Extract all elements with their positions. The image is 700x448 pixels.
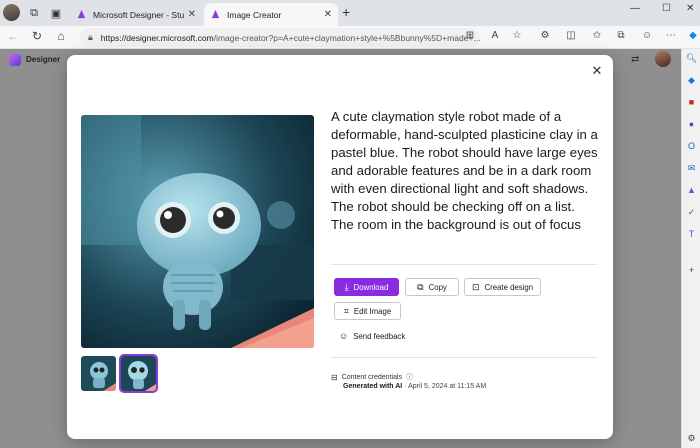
designer-favicon-icon bbox=[211, 9, 220, 19]
close-icon[interactable]: ✕ bbox=[589, 63, 605, 79]
profile-avatar[interactable] bbox=[3, 4, 20, 21]
url-host: https://designer.microsoft.com bbox=[100, 32, 214, 43]
edit-image-button[interactable]: ⌗ Edit Image bbox=[334, 302, 401, 320]
close-tab-icon[interactable]: ✕ bbox=[188, 9, 196, 20]
address-bar-row: ← ↻ ⌂ 🔒︎ https://designer.microsoft.com/… bbox=[0, 26, 700, 49]
more-options-icon[interactable]: ⋯ bbox=[664, 30, 678, 41]
generated-image bbox=[81, 115, 314, 348]
edit-image-icon: ⌗ bbox=[343, 305, 349, 316]
credentials-icon: ⊟ bbox=[331, 372, 338, 382]
collections-icon[interactable]: ⧉ bbox=[614, 30, 628, 41]
tab-title: Image Creator bbox=[227, 9, 282, 20]
image-detail-dialog: ✕ A cute claymation style robot made of … bbox=[67, 55, 613, 439]
generation-info: Generated with AI · April 5, 2024 at 11:… bbox=[343, 383, 486, 390]
thumbnail-image-2[interactable] bbox=[119, 354, 158, 393]
tag-icon[interactable]: ◆ bbox=[685, 74, 698, 87]
tab-bar: ⧉ ▣ Microsoft Designer - Stunning design… bbox=[0, 0, 700, 26]
profile-icon[interactable]: ☺ bbox=[640, 30, 654, 41]
user-avatar[interactable] bbox=[655, 51, 671, 67]
maximize-icon[interactable]: ☐ bbox=[662, 3, 671, 14]
content-credentials: ⊟ Content credentials ⓘ bbox=[331, 372, 414, 382]
copy-icon: ⧉ bbox=[417, 281, 424, 292]
close-tab-icon[interactable]: ✕ bbox=[324, 9, 332, 20]
image-prompt-text: A cute claymation style robot made of a … bbox=[331, 109, 598, 232]
generated-date: · April 5, 2024 at 11:15 AM bbox=[402, 383, 487, 390]
lock-icon: 🔒︎ bbox=[88, 32, 93, 42]
close-window-icon[interactable]: ✕ bbox=[686, 3, 694, 14]
shopping-icon[interactable]: ✓ bbox=[685, 206, 698, 219]
download-icon: ⤓ bbox=[344, 281, 349, 292]
divider bbox=[331, 264, 597, 265]
thumbnail-image-1[interactable] bbox=[81, 356, 116, 391]
settings-icon[interactable]: ⚙ bbox=[685, 432, 698, 445]
share-icon[interactable]: ⇄ bbox=[631, 54, 639, 65]
designer-icon[interactable]: ▲ bbox=[685, 184, 698, 197]
split-screen-icon[interactable]: ◫ bbox=[564, 30, 578, 41]
teams-icon[interactable]: T bbox=[685, 228, 698, 241]
toolbox-icon[interactable]: ■ bbox=[685, 96, 698, 109]
refresh-icon[interactable]: ↻ bbox=[29, 29, 45, 43]
designer-favicon-icon bbox=[77, 9, 86, 19]
home-icon[interactable]: ⌂ bbox=[53, 29, 69, 43]
tab-image-creator[interactable]: Image Creator ✕ bbox=[204, 3, 338, 26]
add-sidebar-icon[interactable]: + bbox=[685, 264, 698, 277]
tab-title: Microsoft Designer - Stunning designs bbox=[93, 9, 184, 20]
url-field[interactable]: 🔒︎ https://designer.microsoft.com/image-… bbox=[80, 28, 480, 47]
favorite-star-icon[interactable]: ☆ bbox=[510, 30, 524, 41]
designer-logo-icon bbox=[9, 54, 21, 66]
download-button[interactable]: ⤓ Download bbox=[334, 278, 399, 296]
read-aloud-icon[interactable]: A bbox=[488, 30, 502, 41]
people-icon[interactable]: ● bbox=[685, 118, 698, 131]
divider bbox=[331, 357, 597, 358]
generated-with-label: Generated with AI bbox=[343, 383, 403, 390]
favorites-icon[interactable]: ✩ bbox=[590, 30, 604, 41]
copy-button[interactable]: ⧉ Copy bbox=[405, 278, 459, 296]
new-tab-icon[interactable]: + bbox=[342, 4, 350, 20]
outlook-mail-icon[interactable]: ✉ bbox=[685, 162, 698, 175]
back-icon[interactable]: ← bbox=[5, 29, 21, 43]
info-icon[interactable]: ⓘ bbox=[406, 372, 413, 382]
workspaces-icon[interactable]: ⧉ bbox=[26, 5, 42, 21]
minimize-icon[interactable]: — bbox=[630, 3, 640, 14]
edge-sidebar: 🔍︎ ◆ ■ ● O ✉ ▲ ✓ T + ⚙ bbox=[681, 49, 700, 448]
brand-name: Designer bbox=[26, 55, 61, 64]
search-icon[interactable]: 🔍︎ bbox=[685, 52, 698, 65]
copilot-icon[interactable]: ◆ bbox=[686, 30, 700, 41]
url-path: /image-creator?p=A+cute+claymation+style… bbox=[213, 32, 480, 43]
create-design-button[interactable]: ⊡ Create design bbox=[464, 278, 541, 296]
send-feedback-button[interactable]: ☺ Send feedback bbox=[339, 331, 405, 341]
outlook-icon[interactable]: O bbox=[685, 140, 698, 153]
tab-microsoft-designer[interactable]: Microsoft Designer - Stunning designs ✕ bbox=[70, 3, 202, 26]
apps-icon[interactable]: ⊞ bbox=[463, 30, 477, 41]
tab-actions-icon[interactable]: ▣ bbox=[48, 5, 64, 21]
create-design-icon: ⊡ bbox=[471, 281, 480, 292]
feedback-icon: ☺ bbox=[339, 331, 349, 341]
extensions-icon[interactable]: ⚙ bbox=[538, 30, 552, 41]
